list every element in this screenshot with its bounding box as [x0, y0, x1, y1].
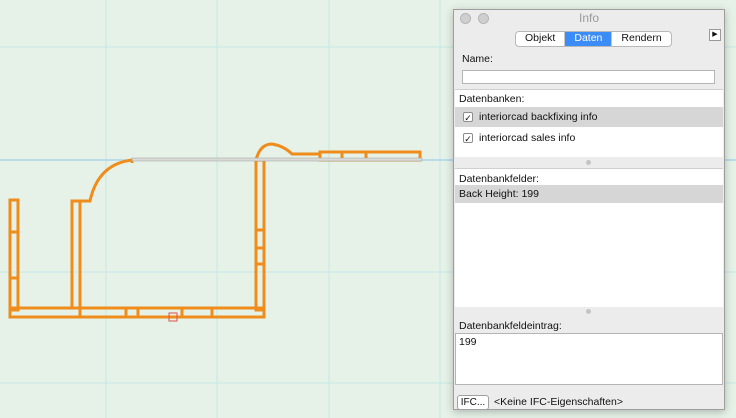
palette-titlebar[interactable]: Info: [454, 10, 724, 28]
palette-title: Info: [578, 11, 599, 25]
checkbox-icon[interactable]: ✓: [463, 133, 473, 144]
splitter-handle[interactable]: [454, 158, 724, 167]
datenbanken-label: Datenbanken:: [459, 93, 525, 105]
name-field[interactable]: [462, 70, 715, 84]
tab-objekt[interactable]: Objekt: [516, 32, 564, 46]
datenbankfelder-section: Datenbankfelder: Back Height: 199: [455, 168, 723, 307]
field-row-label: Back Height: 199: [459, 188, 539, 200]
eintrag-label: Datenbankfeldeintrag:: [459, 320, 562, 332]
expand-arrow-icon[interactable]: ▶: [709, 29, 721, 41]
tab-strip: Objekt Daten Rendern: [515, 31, 672, 47]
top-rounded-edge[interactable]: [254, 142, 320, 161]
ifc-status: <Keine IFC-Eigenschaften>: [494, 396, 623, 408]
felder-label: Datenbankfelder:: [459, 173, 539, 185]
close-button[interactable]: [460, 13, 471, 24]
tab-rendern[interactable]: Rendern: [611, 32, 670, 46]
database-label: interiorcad sales info: [479, 132, 576, 144]
right-side-panel[interactable]: [254, 158, 266, 312]
database-row[interactable]: ✓ interiorcad sales info: [455, 128, 723, 148]
info-palette[interactable]: Info Objekt Daten Rendern ▶ Name: Datenb…: [453, 9, 725, 410]
minimize-button[interactable]: [478, 13, 489, 24]
splitter-handle[interactable]: [454, 307, 724, 316]
top-plate[interactable]: [131, 157, 423, 162]
database-row[interactable]: ✓ interiorcad backfixing info: [455, 107, 723, 127]
database-label: interiorcad backfixing info: [479, 111, 598, 123]
ifc-button[interactable]: IFC...: [457, 395, 489, 410]
field-row[interactable]: Back Height: 199: [455, 185, 723, 203]
left-side-panel[interactable]: [8, 198, 20, 312]
datenbanken-section: Datenbanken: ✓ interiorcad backfixing in…: [455, 89, 723, 157]
field-entry-textarea[interactable]: 199: [455, 333, 723, 385]
cabinet-drawing[interactable]: [8, 142, 422, 319]
tab-daten[interactable]: Daten: [564, 32, 612, 46]
name-label: Name:: [462, 53, 493, 65]
checkbox-icon[interactable]: ✓: [463, 112, 473, 123]
splitter-dot-icon: [586, 309, 591, 314]
splitter-dot-icon: [586, 160, 591, 165]
inner-partition[interactable]: [70, 199, 82, 310]
